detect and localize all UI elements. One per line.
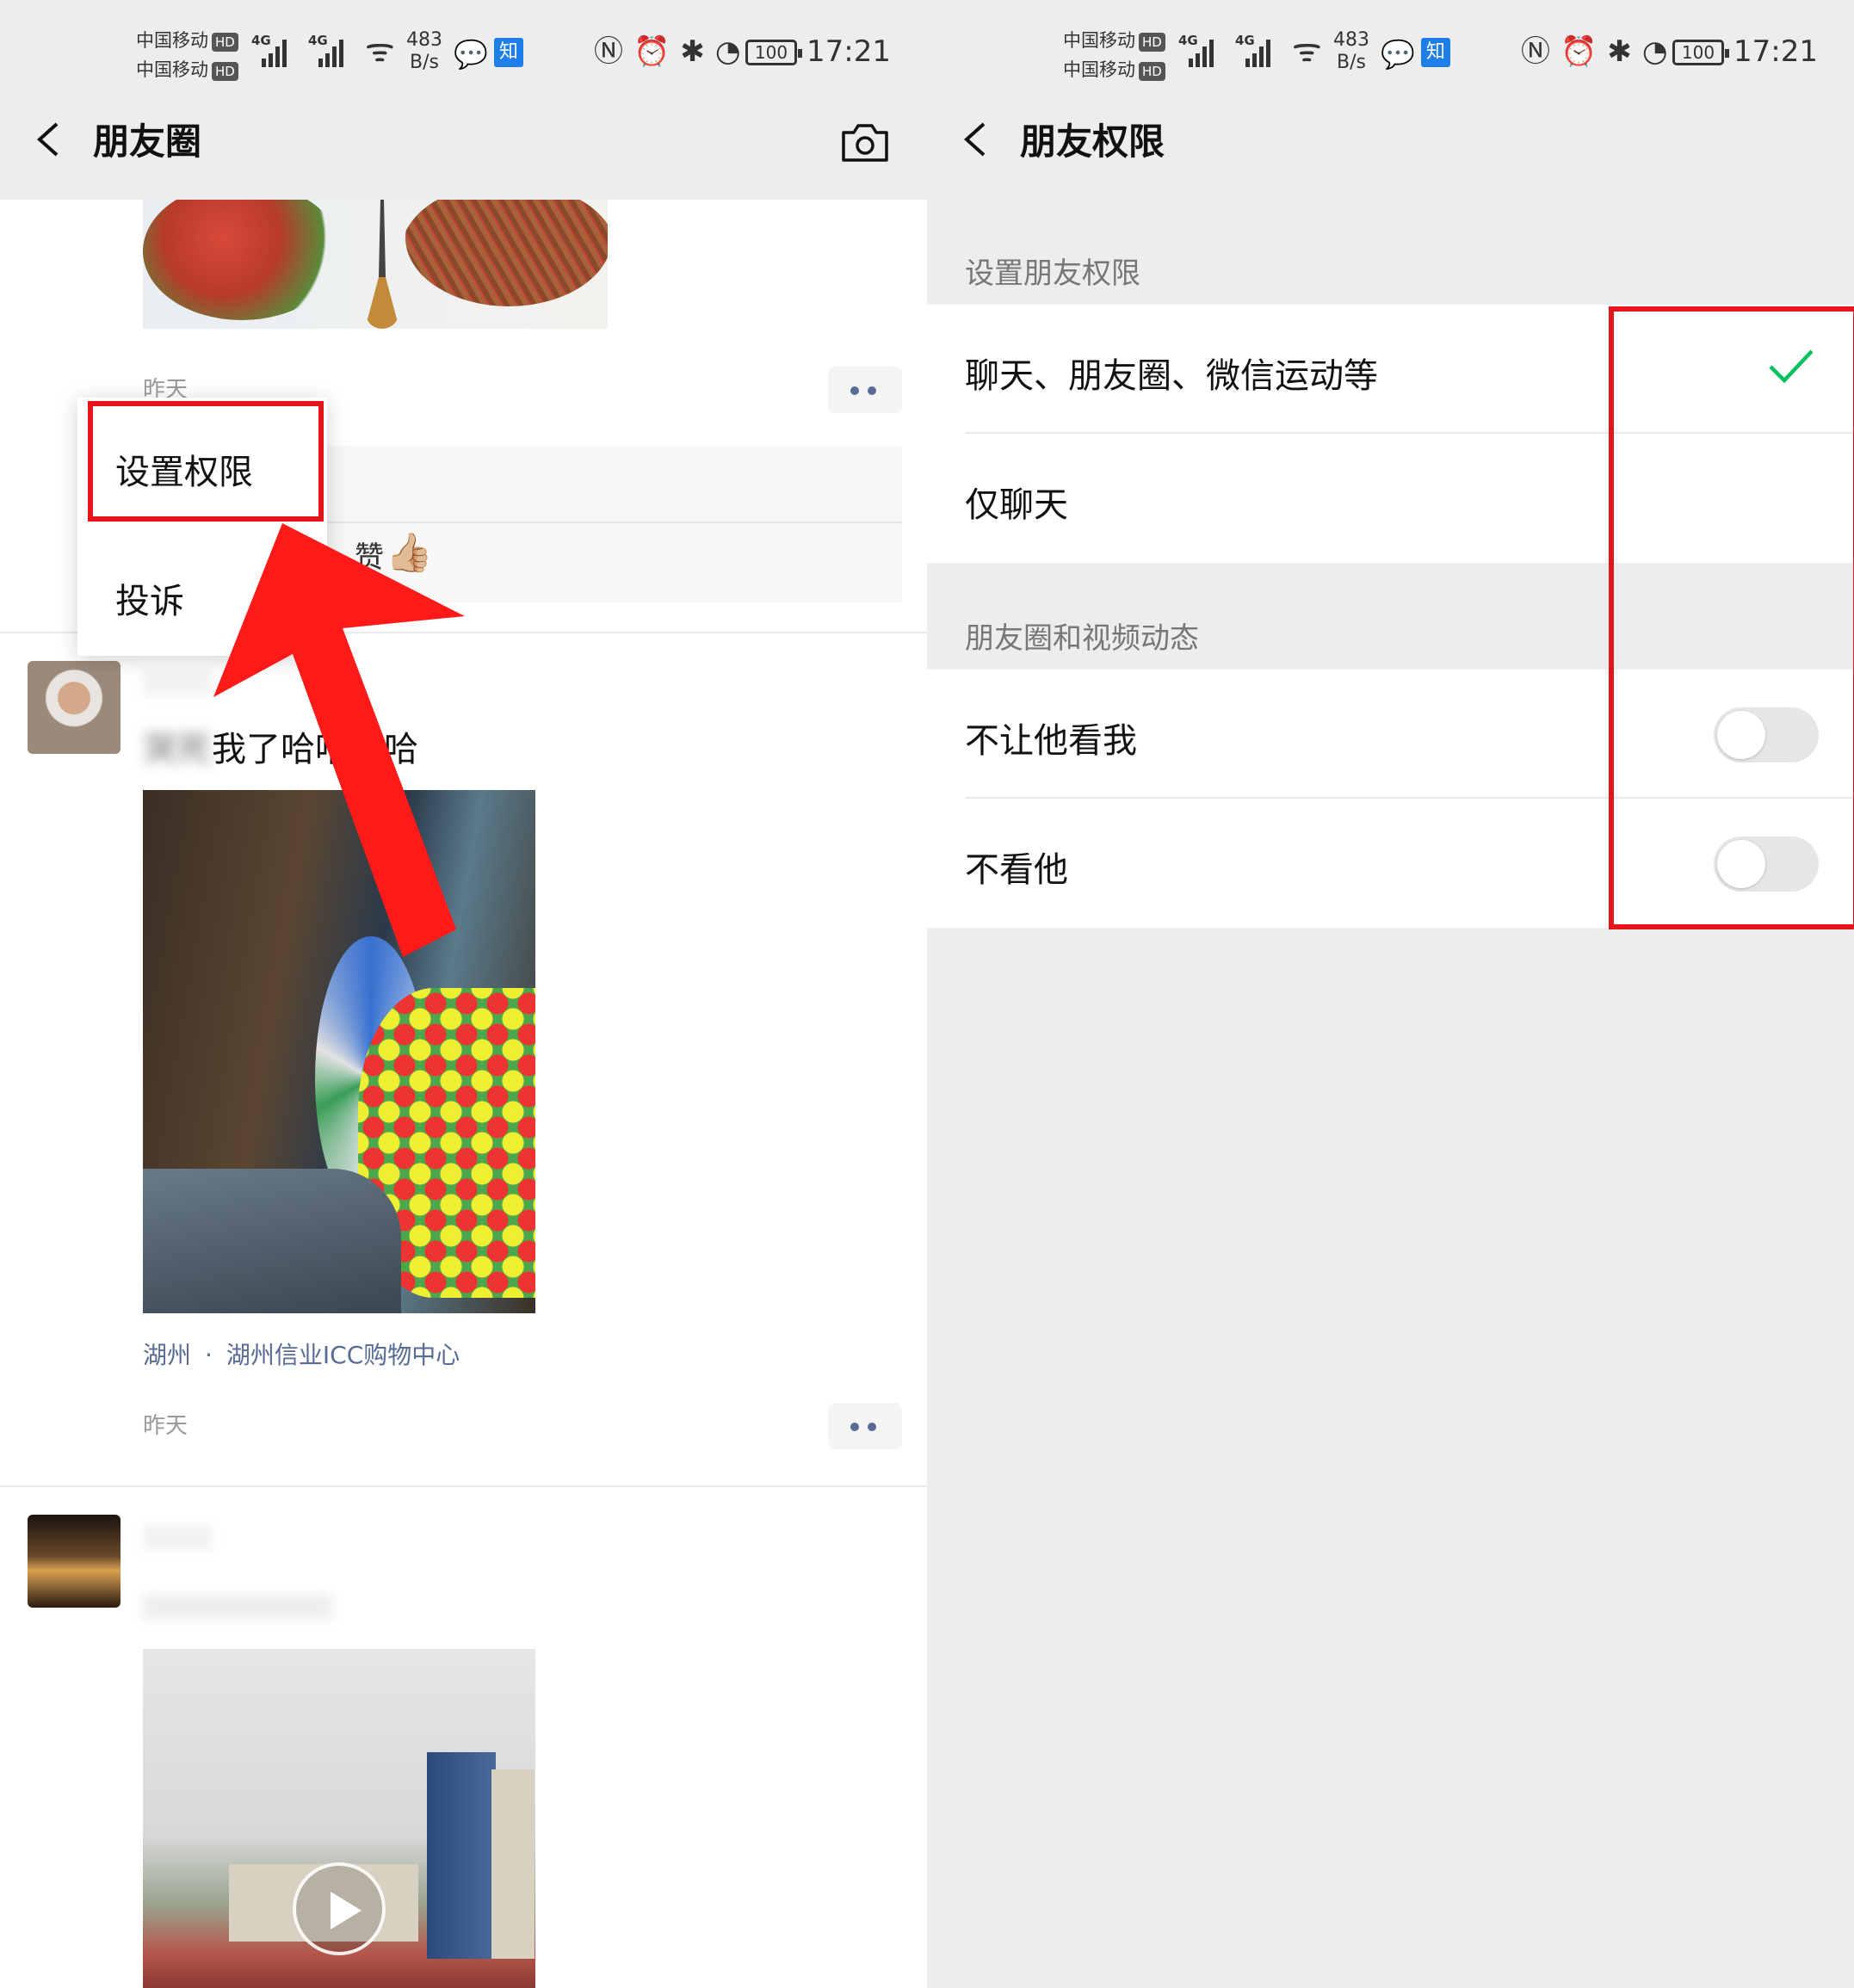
post-separator <box>0 1485 927 1487</box>
signal-icon: 4G <box>1235 33 1276 67</box>
signal-group: 4G 4G ᯤ <box>1178 33 1322 67</box>
section-label-moments: 朋友圈和视频动态 <box>965 621 1199 656</box>
post-text-blurred <box>143 1594 332 1620</box>
post-time: 昨天 <box>143 1413 188 1439</box>
signal-icon: 4G <box>1178 33 1220 67</box>
author-name[interactable] <box>143 1525 212 1551</box>
back-arrow-icon[interactable] <box>961 120 987 158</box>
option-label: 仅聊天 <box>965 485 1068 525</box>
status-bar: 中国移动 HD 中国移动 HD 4G 4G ᯤ 483 B/s 💬 知 Ⓝ ⏰ ✱ ◔… <box>927 0 1854 102</box>
zhihu-notification-icon: 知 <box>1421 38 1450 67</box>
more-actions-button[interactable] <box>828 1403 902 1449</box>
section-label-permission: 设置朋友权限 <box>965 256 1140 291</box>
option-label: 聊天、朋友圈、微信运动等 <box>965 356 1378 396</box>
page-title: 朋友权限 <box>1020 120 1165 163</box>
post-location[interactable]: 湖州 · 湖州信业ICC购物中心 <box>143 1337 460 1371</box>
alarm-icon: ⏰ <box>1560 34 1598 69</box>
post-video-thumbnail[interactable] <box>143 1649 535 1988</box>
carrier-info: 中国移动 HD 中国移动 HD <box>1063 26 1165 84</box>
highlight-box <box>1609 306 1854 929</box>
nfc-icon: Ⓝ <box>1521 34 1550 69</box>
system-icons: Ⓝ ⏰ ✱ ◔ <box>1521 34 1668 69</box>
friend-permission-screen: 中国移动 HD 中国移动 HD 4G 4G ᯤ 483 B/s 💬 知 Ⓝ ⏰ ✱ ◔… <box>927 0 1854 1988</box>
red-arrow-annotation <box>213 523 465 957</box>
wechat-notification-icon: 💬 <box>1381 38 1415 71</box>
avatar[interactable] <box>28 1515 121 1608</box>
moments-screen: 中国移动 HD 中国移动 HD 4G 4G ᯤ 483 B/s 💬 知 Ⓝ ⏰ ✱ ◔… <box>0 0 927 1988</box>
clock: 17:21 <box>1733 34 1818 69</box>
bluetooth-icon: ✱ <box>1607 34 1632 69</box>
wifi-icon: ᯤ <box>1292 31 1322 69</box>
speed-icon: ◔ <box>1641 34 1668 69</box>
toggle-label: 不看他 <box>965 850 1068 890</box>
network-speed: 483 B/s <box>1333 29 1369 73</box>
battery-icon: 100 <box>1672 40 1729 65</box>
toggle-label: 不让他看我 <box>965 721 1137 761</box>
play-icon[interactable] <box>293 1862 386 1955</box>
